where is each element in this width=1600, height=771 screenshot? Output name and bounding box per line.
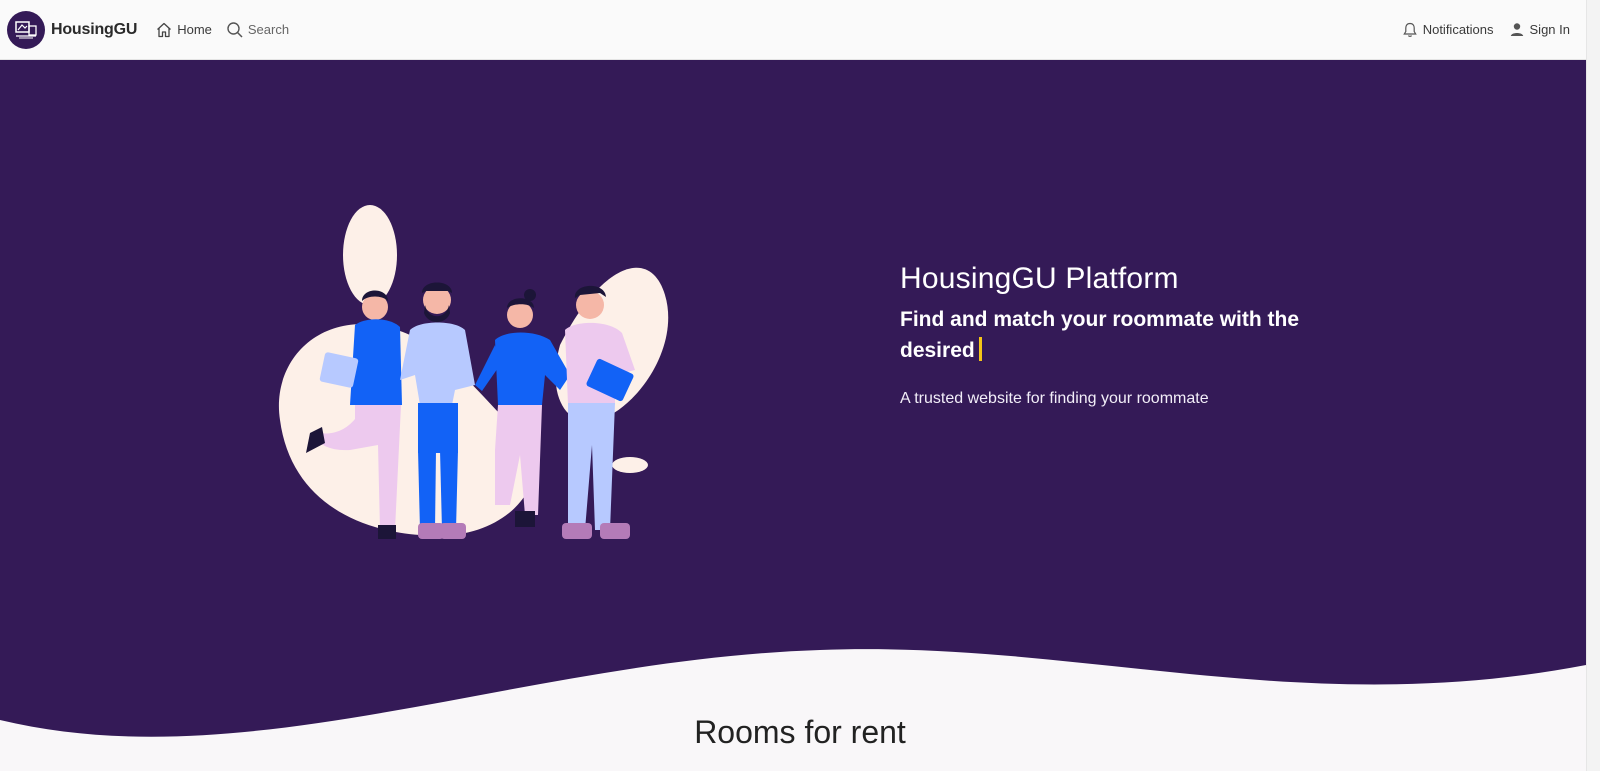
rooms-for-rent-heading: Rooms for rent [694,714,906,750]
page-scrollbar[interactable] [1586,0,1600,771]
nav-search-label: Search [247,22,290,37]
hero-text-block: HousingGU Platform Find and match your r… [900,262,1370,408]
hero-subtitle: Find and match your roommate with the de… [900,304,1370,366]
hero-description: A trusted website for finding your roomm… [900,390,1209,407]
hero-section: HousingGU Platform Find and match your r… [0,60,1586,771]
nav-sign-in-link[interactable]: Sign In [1508,21,1570,39]
nav-notifications-link[interactable]: Notifications [1401,21,1494,39]
brand[interactable]: HousingGU [7,10,138,49]
typing-caret [978,337,982,361]
roommates-illustration [278,205,669,539]
nav-search-link[interactable]: Search [226,21,289,39]
bell-icon [1401,21,1419,39]
nav-home-label: Home [177,22,212,37]
nav-sign-in-label: Sign In [1529,22,1570,37]
nav-home-link[interactable]: Home [155,21,212,39]
brand-name: HousingGU [51,20,138,38]
user-icon [1508,21,1526,39]
top-navbar: HousingGU Home Search Notifications Sign… [0,0,1586,60]
housing-logo-icon [7,10,45,49]
hero-wave-divider [0,649,1586,771]
hero-title: HousingGU Platform [900,262,1179,295]
nav-notifications-label: Notifications [1422,22,1494,37]
search-icon [226,21,244,39]
hero-subtitle-text: Find and match your roommate with the de… [900,308,1300,362]
home-icon [155,21,173,39]
